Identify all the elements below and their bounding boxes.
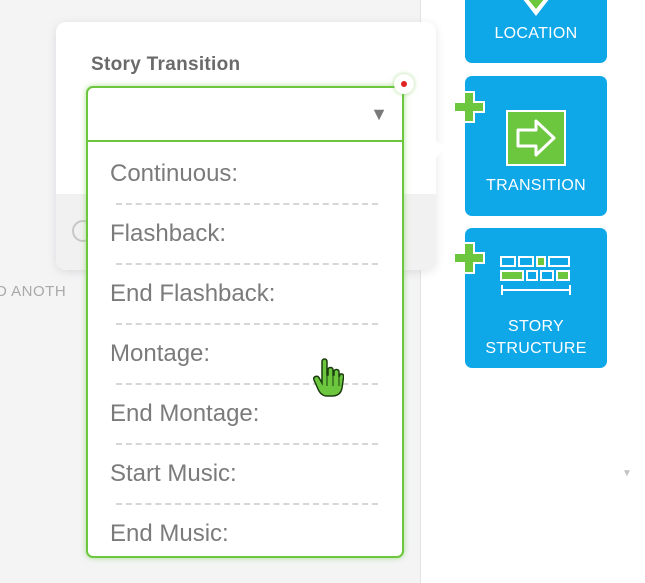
dropdown-arrow-icon[interactable]: ▼	[370, 104, 388, 125]
transition-select[interactable]: ▼	[88, 88, 402, 142]
story-structure-label-line1: STORY	[507, 318, 565, 335]
option-end-music[interactable]: End Music:	[110, 504, 378, 556]
story-structure-tile[interactable]: STORY STRUCTURE	[465, 228, 607, 368]
story-structure-label-line2: STRUCTURE	[485, 340, 587, 357]
option-flashback[interactable]: Flashback:	[110, 204, 378, 264]
caret-down-icon[interactable]: ▼	[622, 468, 632, 479]
transition-dropdown[interactable]: ▼ Continuous: Flashback: End Flashback: …	[86, 86, 404, 558]
transition-tile[interactable]: TRANSITION	[465, 76, 607, 216]
option-continuous[interactable]: Continuous:	[110, 144, 378, 204]
add-transition-plus-icon[interactable]	[452, 90, 486, 124]
background-partial-text: D ANOTH	[0, 283, 67, 300]
option-end-flashback[interactable]: End Flashback:	[110, 264, 378, 324]
location-label: LOCATION	[494, 25, 578, 42]
popup-title: Story Transition	[91, 54, 241, 75]
transition-label: TRANSITION	[486, 177, 586, 194]
hand-pointer-icon	[312, 358, 344, 397]
notification-dot-icon	[394, 74, 414, 94]
map-pin-icon	[523, 0, 549, 16]
location-tile[interactable]: LOCATION	[465, 0, 607, 63]
timeline-blocks-icon	[500, 256, 571, 295]
add-story-structure-plus-icon[interactable]	[452, 241, 486, 275]
popup-pointer	[432, 137, 446, 161]
arrow-right-box-icon	[506, 110, 566, 166]
option-start-music[interactable]: Start Music:	[110, 444, 378, 504]
